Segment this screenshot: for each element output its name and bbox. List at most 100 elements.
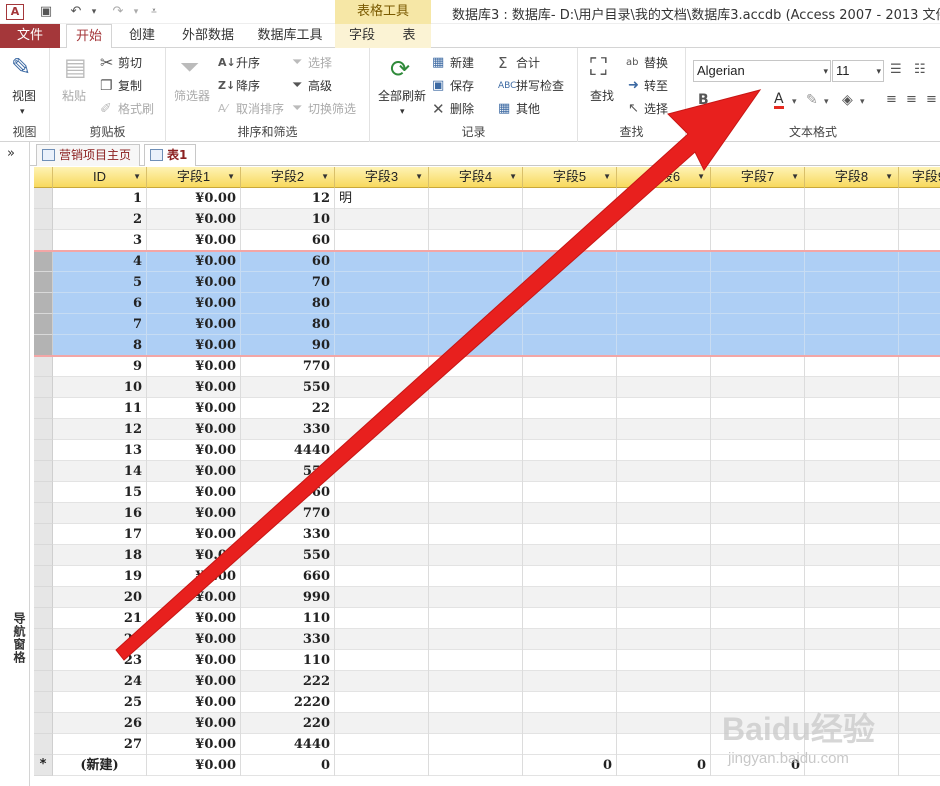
table-cell[interactable]: 0: [241, 755, 335, 776]
table-cell[interactable]: [335, 503, 429, 524]
column-header-2[interactable]: 字段2 ▼: [241, 167, 335, 188]
table-cell[interactable]: [899, 293, 940, 314]
table-cell[interactable]: 3: [53, 230, 147, 251]
table-cell[interactable]: [617, 734, 711, 755]
table-cell[interactable]: [805, 356, 899, 377]
table-cell[interactable]: [805, 608, 899, 629]
column-header-5[interactable]: 字段5 ▼: [523, 167, 617, 188]
table-cell[interactable]: [523, 524, 617, 545]
table-cell[interactable]: 222: [241, 671, 335, 692]
table-cell[interactable]: 12: [53, 419, 147, 440]
column-dropdown-icon[interactable]: ▼: [133, 167, 141, 187]
select-button[interactable]: 选择: [644, 101, 668, 117]
table-cell[interactable]: [335, 650, 429, 671]
table-cell[interactable]: [899, 440, 940, 461]
table-cell[interactable]: ¥0.00: [147, 713, 241, 734]
table-cell[interactable]: 14: [53, 461, 147, 482]
column-dropdown-icon[interactable]: ▼: [509, 167, 517, 187]
table-cell[interactable]: [805, 545, 899, 566]
table-cell[interactable]: [523, 377, 617, 398]
tab-external-data[interactable]: 外部数据: [176, 24, 240, 48]
table-cell[interactable]: ¥0.00: [147, 755, 241, 776]
table-cell[interactable]: 990: [241, 587, 335, 608]
record-selector[interactable]: [34, 251, 53, 272]
tab-table[interactable]: 表: [394, 24, 424, 48]
goto-icon[interactable]: ➜: [628, 78, 639, 94]
table-cell[interactable]: [711, 272, 805, 293]
table-cell[interactable]: ¥0.00: [147, 335, 241, 356]
table-cell[interactable]: 明: [335, 188, 429, 209]
table-cell[interactable]: [429, 419, 523, 440]
table-cell[interactable]: [711, 314, 805, 335]
record-selector[interactable]: [34, 188, 53, 209]
table-row[interactable]: 17 ¥0.00 330: [53, 524, 940, 545]
table-cell[interactable]: [617, 251, 711, 272]
table-cell[interactable]: ¥0.00: [147, 545, 241, 566]
column-header-7[interactable]: 字段7 ▼: [711, 167, 805, 188]
table-cell[interactable]: [899, 692, 940, 713]
table-cell[interactable]: [429, 482, 523, 503]
table-cell[interactable]: [523, 566, 617, 587]
table-cell[interactable]: [429, 230, 523, 251]
table-cell[interactable]: [523, 692, 617, 713]
table-cell[interactable]: 770: [241, 503, 335, 524]
filter-icon[interactable]: ⏷: [180, 54, 199, 80]
column-dropdown-icon[interactable]: ▼: [415, 167, 423, 187]
table-cell[interactable]: [899, 503, 940, 524]
table-cell[interactable]: [429, 692, 523, 713]
table-cell[interactable]: [899, 230, 940, 251]
table-cell[interactable]: [711, 230, 805, 251]
table-cell[interactable]: ¥0.00: [147, 251, 241, 272]
font-color-icon[interactable]: A: [774, 92, 784, 109]
table-cell[interactable]: [805, 629, 899, 650]
record-selector[interactable]: [34, 356, 53, 377]
table-cell[interactable]: [805, 503, 899, 524]
column-dropdown-icon[interactable]: ▼: [697, 167, 705, 187]
table-cell[interactable]: [805, 524, 899, 545]
table-cell[interactable]: [899, 188, 940, 209]
table-row[interactable]: 10 ¥0.00 550: [53, 377, 940, 398]
table-row[interactable]: 9 ¥0.00 770: [53, 356, 940, 377]
align-right-icon[interactable]: ≡: [926, 92, 937, 108]
table-cell[interactable]: [617, 587, 711, 608]
table-cell[interactable]: [899, 755, 940, 776]
table-row[interactable]: 3 ¥0.00 60: [53, 230, 940, 251]
table-cell[interactable]: [711, 188, 805, 209]
tab-home[interactable]: 开始: [66, 24, 112, 49]
column-header-4[interactable]: 字段4 ▼: [429, 167, 523, 188]
font-dropdown-icon[interactable]: ▾: [823, 61, 828, 81]
table-cell[interactable]: [617, 608, 711, 629]
table-cell[interactable]: [617, 440, 711, 461]
table-cell[interactable]: [335, 314, 429, 335]
column-dropdown-icon[interactable]: ▼: [227, 167, 235, 187]
table-cell[interactable]: [899, 356, 940, 377]
table-cell[interactable]: [523, 503, 617, 524]
table-cell[interactable]: 60: [241, 230, 335, 251]
table-cell[interactable]: 330: [241, 524, 335, 545]
redo-dropdown-icon[interactable]: ▾: [126, 2, 146, 22]
sort-ascending-icon[interactable]: A↓: [218, 55, 236, 71]
table-cell[interactable]: [711, 734, 805, 755]
table-cell[interactable]: [335, 629, 429, 650]
undo-dropdown-icon[interactable]: ▾: [84, 2, 104, 22]
table-cell[interactable]: [429, 587, 523, 608]
table-cell[interactable]: [617, 377, 711, 398]
table-cell[interactable]: 8: [53, 335, 147, 356]
table-cell[interactable]: [617, 713, 711, 734]
record-selector[interactable]: [34, 503, 53, 524]
replace-icon[interactable]: ab: [626, 55, 638, 71]
table-cell[interactable]: ¥0.00: [147, 608, 241, 629]
table-cell[interactable]: [617, 503, 711, 524]
table-cell[interactable]: 9: [53, 356, 147, 377]
table-cell[interactable]: [429, 293, 523, 314]
table-cell[interactable]: 330: [241, 419, 335, 440]
column-header-9[interactable]: 字段9▼: [899, 167, 940, 188]
table-cell[interactable]: [523, 251, 617, 272]
record-selector[interactable]: [34, 524, 53, 545]
new-record-button[interactable]: 新建: [450, 55, 474, 71]
table-cell[interactable]: 4440: [241, 734, 335, 755]
table-cell[interactable]: [805, 440, 899, 461]
table-cell[interactable]: ¥0.00: [147, 629, 241, 650]
table-cell[interactable]: [429, 734, 523, 755]
table-cell[interactable]: 25: [53, 692, 147, 713]
